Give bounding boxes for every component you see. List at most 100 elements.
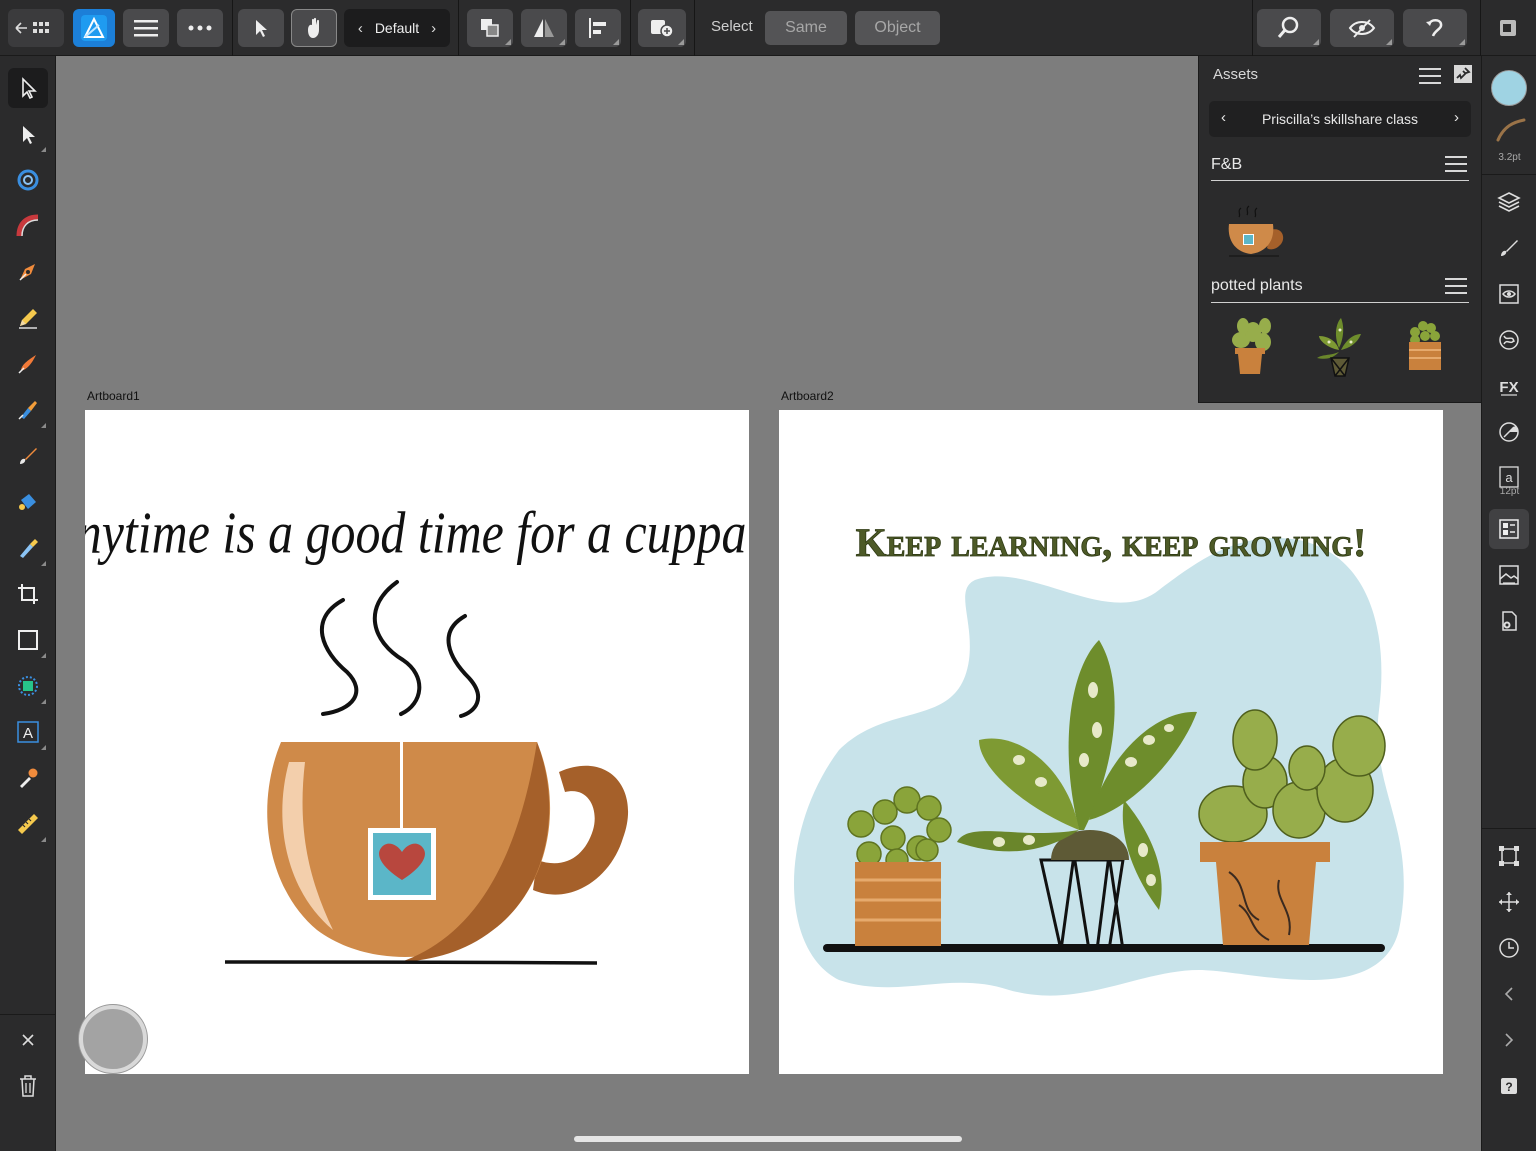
select-same-button[interactable]: Same: [765, 11, 847, 45]
back-to-documents-button[interactable]: [8, 9, 64, 47]
cuppa-headline: Anytime is a good time for a cuppa!: [85, 499, 749, 565]
help-button[interactable]: ?: [1489, 1066, 1529, 1106]
artboard-1[interactable]: Anytime is a good time for a cuppa!: [43, 410, 763, 1074]
chevron-right-small-icon: [1505, 1033, 1514, 1047]
corner-tool[interactable]: [8, 160, 48, 200]
artboard-2[interactable]: Keep learning, keep growing!: [779, 410, 1443, 1074]
modifier-touch-button[interactable]: [79, 1005, 147, 1073]
pencil-icon: [19, 309, 37, 329]
designer-persona-icon: [81, 15, 107, 41]
move-tool-mode-button[interactable]: [238, 9, 284, 47]
text-tool[interactable]: A: [8, 712, 48, 752]
view-zoom-button[interactable]: [1257, 9, 1321, 47]
flip-icon: [534, 19, 554, 37]
document-setup-button[interactable]: [1489, 9, 1527, 47]
fill-bucket-tool[interactable]: [8, 482, 48, 522]
transparency-tool[interactable]: [8, 528, 48, 568]
transform-panel-button[interactable]: [1489, 836, 1529, 876]
assets-icon: [1499, 519, 1519, 539]
crop-icon: [18, 584, 38, 604]
gesture-mode-button[interactable]: [291, 9, 337, 47]
steam-lines: [320, 580, 481, 718]
library-next-chevron-icon[interactable]: ›: [1454, 109, 1459, 126]
transparency-brush-icon: [20, 539, 38, 558]
pen-tool[interactable]: [8, 252, 48, 292]
node-tool[interactable]: [8, 114, 48, 154]
appearance-panel-button[interactable]: [1489, 274, 1529, 314]
chevron-right-icon[interactable]: ›: [431, 20, 436, 37]
measure-tool[interactable]: [8, 804, 48, 844]
teacup-asset-thumbnail: [1228, 205, 1284, 257]
layers-panel-button[interactable]: [1489, 182, 1529, 222]
assets-panel-title: Assets: [1213, 66, 1259, 83]
stock-panel-button[interactable]: [1489, 555, 1529, 595]
context-selector[interactable]: ‹ Default ›: [344, 9, 450, 47]
brushes-panel-button[interactable]: [1489, 228, 1529, 268]
assets-panel-button[interactable]: [1489, 509, 1529, 549]
cactus-pot-asset[interactable]: [1221, 314, 1281, 378]
library-selector[interactable]: ‹ Priscilla’s skillshare class ›: [1209, 101, 1471, 137]
trash-icon: [20, 1075, 36, 1097]
select-object-button[interactable]: Object: [855, 11, 940, 45]
delete-button[interactable]: [8, 1066, 48, 1106]
insert-shape-icon: [651, 20, 674, 38]
top-toolbar: ‹ Default › Select Same Object: [0, 0, 1536, 56]
expand-panel-button[interactable]: [1489, 1020, 1529, 1060]
more-options-button[interactable]: [177, 9, 223, 47]
align-left-icon: [589, 18, 606, 38]
rectangle-tool[interactable]: [8, 620, 48, 660]
undo-redo-button[interactable]: [1403, 9, 1467, 47]
round-cactus-asset[interactable]: [1395, 312, 1455, 376]
navigator-panel-button[interactable]: [1489, 882, 1529, 922]
fill-tool[interactable]: [8, 390, 48, 430]
stroke-style-button[interactable]: [1492, 116, 1528, 144]
symbols-icon: [1499, 330, 1519, 350]
assets-menu-button[interactable]: [1419, 68, 1441, 84]
document-settings-panel-button[interactable]: [1489, 601, 1529, 641]
symbols-panel-button[interactable]: [1489, 320, 1529, 360]
text-size-label: 12pt: [1499, 486, 1520, 497]
document-gear-icon: [1502, 611, 1517, 631]
color-picker-tool[interactable]: [8, 758, 48, 798]
dotted-plant-thumbnail: [1317, 318, 1361, 377]
paint-brush-tool[interactable]: [8, 436, 48, 476]
close-button[interactable]: [8, 1020, 48, 1060]
fill-color-swatch[interactable]: [1491, 70, 1527, 106]
move-arrows-icon: [1499, 892, 1519, 912]
arrange-button[interactable]: [467, 9, 513, 47]
effects-panel-button[interactable]: FX: [1489, 366, 1529, 406]
crop-tool[interactable]: [8, 574, 48, 614]
history-panel-button[interactable]: [1489, 928, 1529, 968]
cactus-pot-thumbnail: [1232, 318, 1271, 374]
assets-pin-button[interactable]: [1453, 64, 1473, 84]
close-icon: [22, 1034, 34, 1046]
vector-brush-tool[interactable]: [8, 344, 48, 384]
library-prev-chevron-icon[interactable]: ‹: [1221, 109, 1226, 126]
help-icon: ?: [1501, 1078, 1517, 1094]
pencil-curve-tool[interactable]: [8, 206, 48, 246]
collapse-panel-button[interactable]: [1489, 974, 1529, 1014]
appearance-icon: [1499, 284, 1519, 304]
magnifier-icon: [1277, 16, 1299, 38]
move-tool[interactable]: [8, 68, 48, 108]
align-button[interactable]: [575, 9, 621, 47]
chevron-left-icon[interactable]: ‹: [358, 20, 363, 37]
teacup-asset[interactable]: [1221, 194, 1291, 260]
document-menu-button[interactable]: [123, 9, 169, 47]
pen-nib-icon: [19, 264, 35, 281]
dotted-plant-asset[interactable]: [1309, 314, 1369, 380]
shape-tool[interactable]: [8, 666, 48, 706]
add-shape-button[interactable]: [638, 9, 686, 47]
context-label: Default: [374, 20, 420, 36]
ruler-icon: [18, 814, 38, 834]
pencil-tool[interactable]: [8, 298, 48, 338]
adjustments-panel-button[interactable]: [1489, 412, 1529, 452]
view-mode-button[interactable]: [1330, 9, 1394, 47]
node-arrow-icon: [23, 126, 35, 144]
category-potted-plants-menu-button[interactable]: [1445, 278, 1467, 294]
category-fb-title: F&B: [1211, 156, 1243, 173]
home-indicator[interactable]: [574, 1136, 962, 1142]
persona-designer-button[interactable]: [73, 9, 115, 47]
category-fb-menu-button[interactable]: [1445, 156, 1467, 172]
flip-button[interactable]: [521, 9, 567, 47]
